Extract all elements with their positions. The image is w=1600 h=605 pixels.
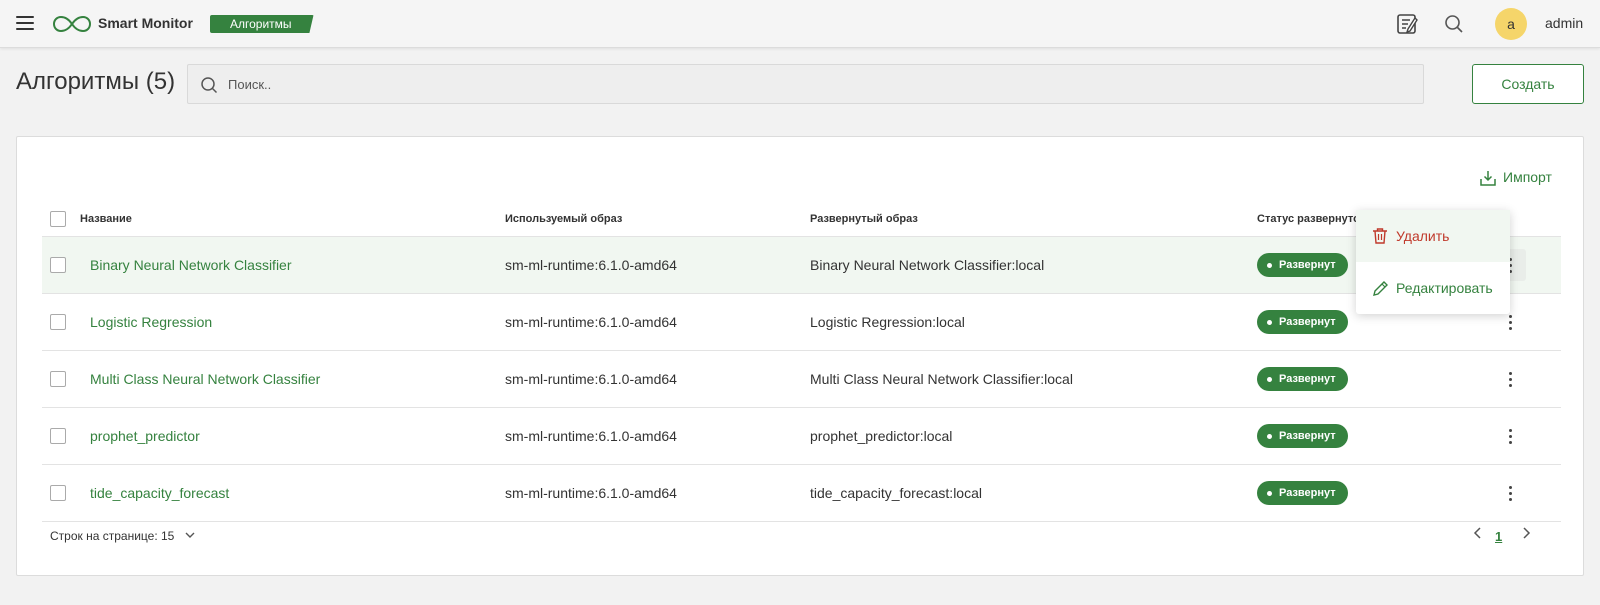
trash-icon bbox=[1373, 228, 1387, 244]
algorithm-name-link[interactable]: tide_capacity_forecast bbox=[90, 485, 229, 501]
status-badge: Развернут bbox=[1257, 424, 1348, 448]
status-badge: Развернут bbox=[1257, 367, 1348, 391]
row-actions-button[interactable] bbox=[1494, 477, 1526, 509]
row-actions-menu: Удалить Редактировать bbox=[1356, 210, 1510, 314]
edit-menu-item[interactable]: Редактировать bbox=[1356, 262, 1510, 314]
table-header: Название Используемый образ Развернутый … bbox=[42, 203, 1561, 237]
rows-per-page-label: Строк на странице: 15 bbox=[50, 529, 175, 543]
column-status[interactable]: Статус развернутого bbox=[1257, 213, 1371, 225]
chevron-down-icon bbox=[185, 532, 195, 538]
menu-icon[interactable] bbox=[16, 16, 34, 30]
row-checkbox[interactable] bbox=[50, 314, 66, 330]
status-badge: Развернут bbox=[1257, 481, 1348, 505]
import-label: Импорт bbox=[1503, 169, 1552, 185]
algorithm-name-link[interactable]: Multi Class Neural Network Classifier bbox=[90, 371, 320, 387]
image-cell: sm-ml-runtime:6.1.0-amd64 bbox=[505, 314, 677, 330]
image-cell: sm-ml-runtime:6.1.0-amd64 bbox=[505, 485, 677, 501]
select-all-checkbox[interactable] bbox=[50, 211, 66, 227]
row-actions-button[interactable] bbox=[1494, 363, 1526, 395]
table-row[interactable]: Logistic Regression sm-ml-runtime:6.1.0-… bbox=[42, 294, 1561, 351]
row-checkbox[interactable] bbox=[50, 485, 66, 501]
table-row[interactable]: tide_capacity_forecast sm-ml-runtime:6.1… bbox=[42, 465, 1561, 522]
page-number[interactable]: 1 bbox=[1495, 529, 1502, 544]
avatar[interactable]: a bbox=[1495, 8, 1527, 40]
pencil-icon bbox=[1373, 281, 1388, 296]
rows-per-page-select[interactable]: Строк на странице: 15 bbox=[50, 529, 196, 543]
search-input[interactable] bbox=[228, 65, 1408, 103]
row-checkbox[interactable] bbox=[50, 428, 66, 444]
row-checkbox[interactable] bbox=[50, 371, 66, 387]
image-cell: sm-ml-runtime:6.1.0-amd64 bbox=[505, 257, 677, 273]
top-bar: Smart Monitor Алгоритмы a admin bbox=[0, 0, 1600, 48]
status-badge: Развернут bbox=[1257, 253, 1348, 277]
delete-label: Удалить bbox=[1396, 228, 1450, 244]
chevron-left-icon[interactable] bbox=[1472, 525, 1484, 541]
create-button[interactable]: Создать bbox=[1472, 64, 1584, 104]
deployed-image-cell: tide_capacity_forecast:local bbox=[810, 485, 982, 501]
page-title: Алгоритмы (5) bbox=[16, 68, 176, 95]
deployed-image-cell: Logistic Regression:local bbox=[810, 314, 965, 330]
column-deployed-image[interactable]: Развернутый образ bbox=[810, 213, 918, 225]
chevron-right-icon[interactable] bbox=[1520, 525, 1532, 541]
deployed-image-cell: Multi Class Neural Network Classifier:lo… bbox=[810, 371, 1073, 387]
table-row[interactable]: Multi Class Neural Network Classifier sm… bbox=[42, 351, 1561, 408]
algorithm-name-link[interactable]: Binary Neural Network Classifier bbox=[90, 257, 292, 273]
algorithm-name-link[interactable]: prophet_predictor bbox=[90, 428, 200, 444]
row-checkbox[interactable] bbox=[50, 257, 66, 273]
image-cell: sm-ml-runtime:6.1.0-amd64 bbox=[505, 371, 677, 387]
search-icon[interactable] bbox=[1444, 14, 1464, 34]
algorithms-card: Импорт Название Используемый образ Разве… bbox=[16, 136, 1584, 576]
deployed-image-cell: Binary Neural Network Classifier:local bbox=[810, 257, 1045, 273]
delete-menu-item[interactable]: Удалить bbox=[1356, 210, 1510, 262]
column-name[interactable]: Название bbox=[80, 213, 132, 225]
image-cell: sm-ml-runtime:6.1.0-amd64 bbox=[505, 428, 677, 444]
algorithm-name-link[interactable]: Logistic Regression bbox=[90, 314, 212, 330]
table-row[interactable]: prophet_predictor sm-ml-runtime:6.1.0-am… bbox=[42, 408, 1561, 465]
deployed-image-cell: prophet_predictor:local bbox=[810, 428, 953, 444]
import-icon bbox=[1480, 171, 1496, 186]
status-badge: Развернут bbox=[1257, 310, 1348, 334]
infinity-logo-icon bbox=[52, 15, 92, 33]
table-row[interactable]: Binary Neural Network Classifier sm-ml-r… bbox=[42, 237, 1561, 294]
app-title[interactable]: Smart Monitor bbox=[98, 15, 193, 31]
column-image[interactable]: Используемый образ bbox=[505, 213, 622, 225]
search-box[interactable] bbox=[187, 64, 1424, 104]
search-icon bbox=[201, 77, 218, 94]
edit-label: Редактировать bbox=[1396, 280, 1493, 296]
notes-icon[interactable] bbox=[1395, 12, 1419, 36]
row-actions-button[interactable] bbox=[1494, 420, 1526, 452]
username[interactable]: admin bbox=[1545, 15, 1583, 31]
section-badge: Алгоритмы bbox=[210, 15, 314, 33]
